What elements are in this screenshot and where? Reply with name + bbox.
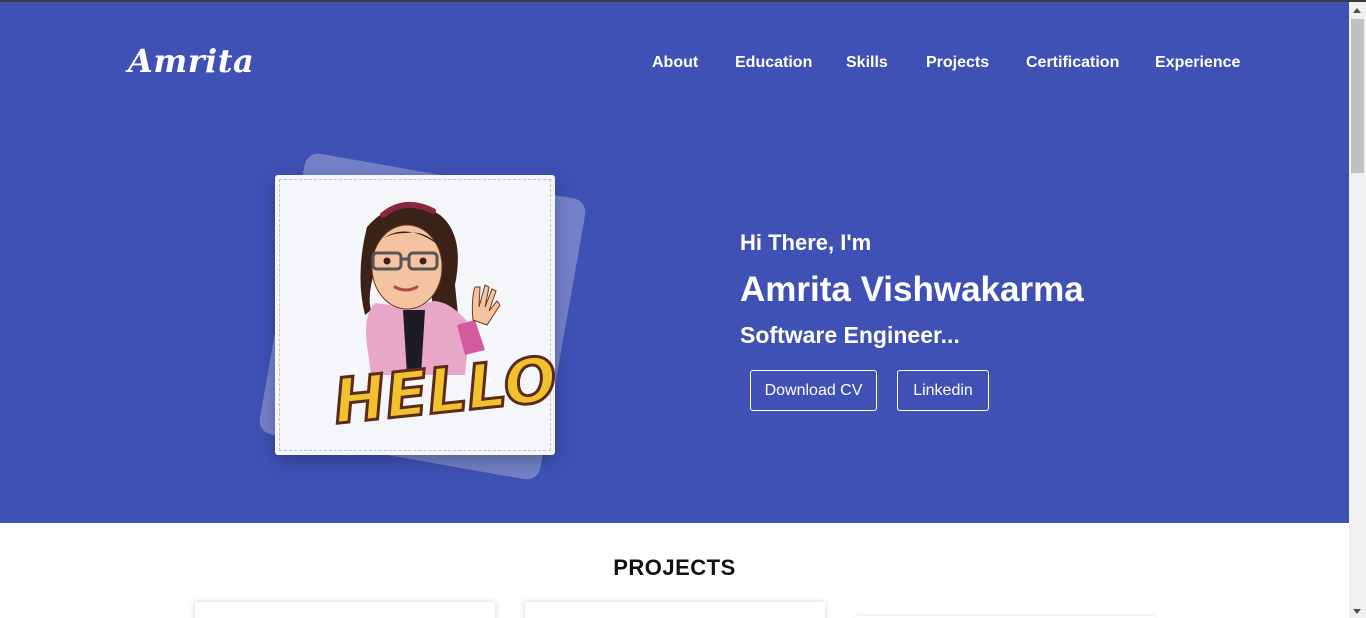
project-card[interactable] bbox=[195, 602, 495, 618]
nav-link-education[interactable]: Education bbox=[735, 54, 812, 72]
scroll-thumb[interactable] bbox=[1351, 19, 1364, 173]
svg-text:HELLO: HELLO bbox=[330, 342, 555, 438]
linkedin-button[interactable]: Linkedin bbox=[897, 370, 989, 411]
avatar-illustration-icon: HELLO bbox=[328, 202, 555, 440]
scroll-down-arrow-icon[interactable] bbox=[1353, 609, 1361, 614]
page-scrollbar[interactable] bbox=[1349, 2, 1366, 618]
profile-photo-area: HELLO bbox=[250, 151, 595, 497]
profile-photo-frame: HELLO bbox=[275, 175, 555, 455]
projects-heading: PROJECTS bbox=[613, 555, 736, 580]
project-card[interactable] bbox=[525, 602, 825, 618]
hero-section: Amrita About Education Skills Projects C… bbox=[0, 2, 1349, 523]
nav-link-about[interactable]: About bbox=[652, 54, 698, 72]
nav-link-certification[interactable]: Certification bbox=[1026, 54, 1119, 72]
hero-role: Software Engineer... bbox=[740, 322, 960, 348]
hero-name: Amrita Vishwakarma bbox=[740, 270, 1084, 309]
scroll-up-arrow-icon[interactable] bbox=[1353, 8, 1361, 13]
download-cv-button[interactable]: Download CV bbox=[750, 370, 877, 411]
nav-link-experience[interactable]: Experience bbox=[1155, 54, 1240, 72]
nav-link-skills[interactable]: Skills bbox=[846, 54, 888, 72]
nav-link-projects[interactable]: Projects bbox=[926, 54, 989, 72]
main-nav: About Education Skills Projects Certific… bbox=[0, 54, 1349, 78]
hero-greeting: Hi There, I'm bbox=[740, 230, 872, 255]
